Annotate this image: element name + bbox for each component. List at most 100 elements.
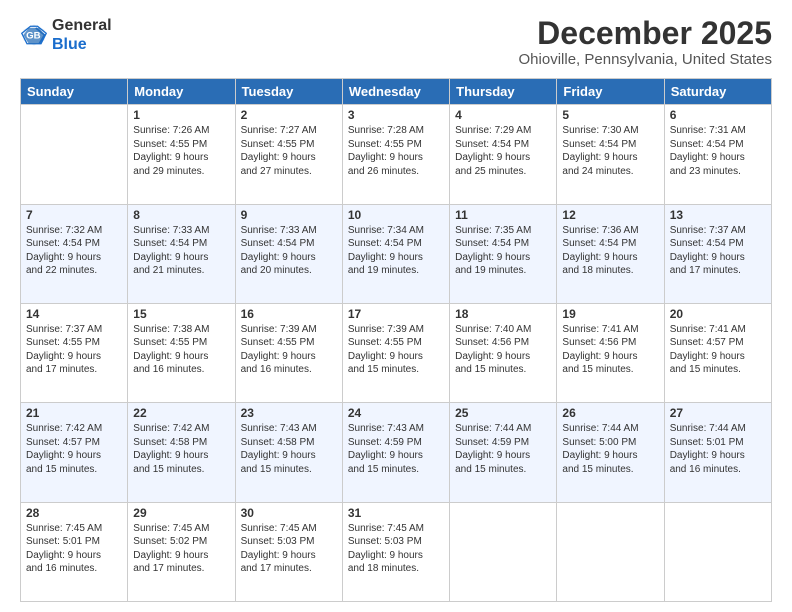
calendar-cell: 30 Sunrise: 7:45 AMSunset: 5:03 PMDayligh… (235, 502, 342, 601)
logo-general: General (52, 17, 112, 34)
day-number: 19 (562, 307, 658, 321)
calendar-cell: 29Sunrise: 7:45 AMSunset: 5:02 PMDayligh… (128, 502, 235, 601)
col-thursday: Thursday (450, 79, 557, 105)
day-number: 9 (241, 208, 337, 222)
day-number: 16 (241, 307, 337, 321)
cell-details: Sunrise: 7:27 AMSunset: 4:55 PMDaylight:… (241, 124, 337, 178)
day-number: 12 (562, 208, 658, 222)
day-number: 2 (241, 108, 337, 122)
calendar-cell: 26 Sunrise: 7:44 AMSunset: 5:00 PMDayligh… (557, 403, 664, 502)
calendar-cell: 12Sunrise: 7:36 AMSunset: 4:54 PMDayligh… (557, 204, 664, 303)
day-number: 4 (455, 108, 551, 122)
cell-details: Sunrise: 7:40 AMSunset: 4:56 PMDaylight:… (455, 323, 551, 377)
calendar-cell (450, 502, 557, 601)
day-number: 10 (348, 208, 444, 222)
cell-details: Sunrise: 7:37 AMSunset: 4:54 PMDaylight:… (670, 224, 766, 278)
calendar-cell: 8 Sunrise: 7:33 AMSunset: 4:54 PMDaylight… (128, 204, 235, 303)
day-number: 11 (455, 208, 551, 222)
calendar-cell: 11Sunrise: 7:35 AMSunset: 4:54 PMDayligh… (450, 204, 557, 303)
month-title: December 2025 (519, 16, 772, 51)
cell-details: Sunrise: 7:44 AMSunset: 5:00 PMDaylight:… (562, 422, 658, 476)
calendar-week-4: 21 Sunrise: 7:42 AMSunset: 4:57 PMDayligh… (21, 403, 772, 502)
day-number: 30 (241, 506, 337, 520)
calendar-cell: 18 Sunrise: 7:40 AMSunset: 4:56 PMDayligh… (450, 303, 557, 402)
cell-details: Sunrise: 7:45 AMSunset: 5:03 PMDaylight:… (348, 522, 444, 576)
cell-details: Sunrise: 7:34 AMSunset: 4:54 PMDaylight:… (348, 224, 444, 278)
logo-blue: Blue (52, 36, 87, 53)
calendar-cell: 3 Sunrise: 7:28 AMSunset: 4:55 PMDaylight… (342, 105, 449, 204)
day-number: 25 (455, 406, 551, 420)
day-number: 26 (562, 406, 658, 420)
day-number: 21 (26, 406, 122, 420)
cell-details: Sunrise: 7:41 AMSunset: 4:56 PMDaylight:… (562, 323, 658, 377)
calendar-cell (664, 502, 771, 601)
calendar-week-2: 7Sunrise: 7:32 AMSunset: 4:54 PMDaylight… (21, 204, 772, 303)
day-number: 29 (133, 506, 229, 520)
subtitle: Ohioville, Pennsylvania, United States (519, 51, 772, 68)
calendar-cell: 17Sunrise: 7:39 AMSunset: 4:55 PMDayligh… (342, 303, 449, 402)
cell-details: Sunrise: 7:42 AMSunset: 4:57 PMDaylight:… (26, 422, 122, 476)
calendar-week-1: 1 Sunrise: 7:26 AMSunset: 4:55 PMDaylight… (21, 105, 772, 204)
day-number: 22 (133, 406, 229, 420)
calendar-cell: 21 Sunrise: 7:42 AMSunset: 4:57 PMDayligh… (21, 403, 128, 502)
logo-text-block: General Blue (52, 16, 112, 54)
logo: GB General Blue (20, 16, 112, 54)
day-number: 27 (670, 406, 766, 420)
cell-details: Sunrise: 7:33 AMSunset: 4:54 PMDaylight:… (133, 224, 229, 278)
cell-details: Sunrise: 7:31 AMSunset: 4:54 PMDaylight:… (670, 124, 766, 178)
calendar-cell: 16Sunrise: 7:39 AMSunset: 4:55 PMDayligh… (235, 303, 342, 402)
day-number: 23 (241, 406, 337, 420)
page: GB General Blue December 2025 Ohioville,… (0, 0, 792, 612)
day-number: 24 (348, 406, 444, 420)
day-number: 28 (26, 506, 122, 520)
col-wednesday: Wednesday (342, 79, 449, 105)
calendar-week-3: 14Sunrise: 7:37 AMSunset: 4:55 PMDayligh… (21, 303, 772, 402)
day-number: 17 (348, 307, 444, 321)
calendar-cell: 1 Sunrise: 7:26 AMSunset: 4:55 PMDaylight… (128, 105, 235, 204)
col-monday: Monday (128, 79, 235, 105)
day-number: 18 (455, 307, 551, 321)
cell-details: Sunrise: 7:44 AMSunset: 4:59 PMDaylight:… (455, 422, 551, 476)
day-number: 14 (26, 307, 122, 321)
cell-details: Sunrise: 7:28 AMSunset: 4:55 PMDaylight:… (348, 124, 444, 178)
day-number: 8 (133, 208, 229, 222)
cell-details: Sunrise: 7:42 AMSunset: 4:58 PMDaylight:… (133, 422, 229, 476)
calendar-cell: 6 Sunrise: 7:31 AMSunset: 4:54 PMDaylight… (664, 105, 771, 204)
calendar-cell: 7Sunrise: 7:32 AMSunset: 4:54 PMDaylight… (21, 204, 128, 303)
day-number: 1 (133, 108, 229, 122)
calendar-cell: 5Sunrise: 7:30 AMSunset: 4:54 PMDaylight… (557, 105, 664, 204)
svg-text:GB: GB (26, 31, 40, 42)
calendar-cell: 14Sunrise: 7:37 AMSunset: 4:55 PMDayligh… (21, 303, 128, 402)
calendar-cell: 2 Sunrise: 7:27 AMSunset: 4:55 PMDaylight… (235, 105, 342, 204)
cell-details: Sunrise: 7:32 AMSunset: 4:54 PMDaylight:… (26, 224, 122, 278)
calendar-header-row: Sunday Monday Tuesday Wednesday Thursday… (21, 79, 772, 105)
cell-details: Sunrise: 7:45 AMSunset: 5:03 PMDaylight:… (241, 522, 337, 576)
cell-details: Sunrise: 7:30 AMSunset: 4:54 PMDaylight:… (562, 124, 658, 178)
cell-details: Sunrise: 7:33 AMSunset: 4:54 PMDaylight:… (241, 224, 337, 278)
cell-details: Sunrise: 7:43 AMSunset: 4:59 PMDaylight:… (348, 422, 444, 476)
calendar-cell (21, 105, 128, 204)
title-block: December 2025 Ohioville, Pennsylvania, U… (519, 16, 772, 68)
calendar-cell (557, 502, 664, 601)
cell-details: Sunrise: 7:38 AMSunset: 4:55 PMDaylight:… (133, 323, 229, 377)
calendar-cell: 28 Sunrise: 7:45 AMSunset: 5:01 PMDayligh… (21, 502, 128, 601)
day-number: 20 (670, 307, 766, 321)
header: GB General Blue December 2025 Ohioville,… (20, 16, 772, 68)
col-sunday: Sunday (21, 79, 128, 105)
cell-details: Sunrise: 7:26 AMSunset: 4:55 PMDaylight:… (133, 124, 229, 178)
day-number: 6 (670, 108, 766, 122)
col-saturday: Saturday (664, 79, 771, 105)
calendar-cell: 27 Sunrise: 7:44 AMSunset: 5:01 PMDayligh… (664, 403, 771, 502)
day-number: 3 (348, 108, 444, 122)
cell-details: Sunrise: 7:44 AMSunset: 5:01 PMDaylight:… (670, 422, 766, 476)
cell-details: Sunrise: 7:45 AMSunset: 5:01 PMDaylight:… (26, 522, 122, 576)
logo-text: General Blue (52, 16, 112, 54)
logo-icon: GB (20, 21, 48, 49)
cell-details: Sunrise: 7:41 AMSunset: 4:57 PMDaylight:… (670, 323, 766, 377)
calendar-cell: 15Sunrise: 7:38 AMSunset: 4:55 PMDayligh… (128, 303, 235, 402)
col-friday: Friday (557, 79, 664, 105)
calendar-cell: 10 Sunrise: 7:34 AMSunset: 4:54 PMDayligh… (342, 204, 449, 303)
day-number: 13 (670, 208, 766, 222)
calendar-week-5: 28 Sunrise: 7:45 AMSunset: 5:01 PMDayligh… (21, 502, 772, 601)
calendar-cell: 9 Sunrise: 7:33 AMSunset: 4:54 PMDaylight… (235, 204, 342, 303)
